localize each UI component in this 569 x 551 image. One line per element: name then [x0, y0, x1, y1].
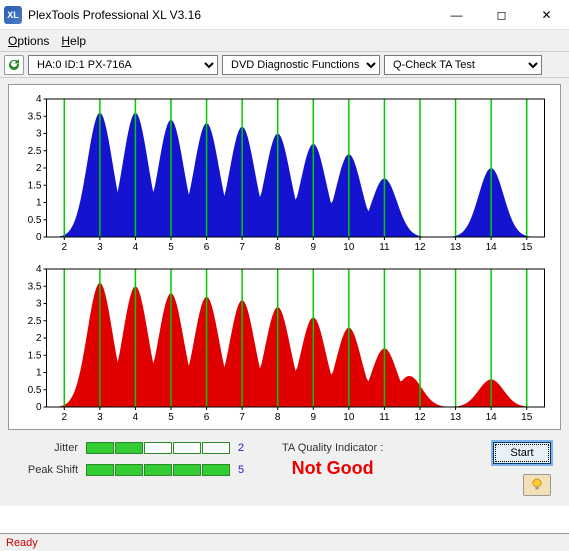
svg-text:1: 1 — [36, 198, 42, 209]
svg-text:15: 15 — [521, 242, 533, 253]
svg-text:2: 2 — [36, 163, 42, 174]
svg-text:10: 10 — [343, 412, 355, 423]
svg-text:13: 13 — [450, 412, 462, 423]
window-title: PlexTools Professional XL V3.16 — [28, 8, 434, 22]
chart-bottom: 0 0.5 1 1.5 2 2.5 3 3.5 4 2 3 4 5 6 7 8 9 10 11 12 13 14 15 — [13, 259, 556, 429]
content-area: 00.511.522.533.5423456789101112131415 00… — [0, 78, 569, 506]
peakshift-label: Peak Shift — [18, 464, 78, 476]
svg-text:13: 13 — [450, 242, 462, 253]
svg-text:7: 7 — [239, 412, 245, 423]
menubar: Options Help — [0, 30, 569, 52]
start-button[interactable]: Start — [493, 442, 551, 464]
refresh-button[interactable] — [4, 55, 24, 75]
meter-box — [144, 464, 172, 476]
svg-text:4: 4 — [36, 94, 42, 105]
status-text: Ready — [6, 537, 38, 549]
menu-options[interactable]: Options — [8, 34, 49, 48]
svg-text:4: 4 — [133, 242, 139, 253]
charts-container: 00.511.522.533.5423456789101112131415 00… — [8, 84, 561, 430]
meter-box — [115, 464, 143, 476]
ta-indicator: TA Quality Indicator : Not Good — [282, 442, 383, 479]
app-icon: XL — [4, 6, 22, 24]
jitter-value: 2 — [238, 442, 252, 454]
svg-text:0: 0 — [36, 232, 42, 243]
svg-text:2.5: 2.5 — [28, 316, 42, 327]
info-button[interactable] — [523, 474, 551, 496]
close-button[interactable]: ✕ — [524, 0, 569, 29]
bottom-panel: Jitter 2 Peak Shift 5 TA Quality Indicat… — [8, 436, 561, 500]
meter-box — [202, 464, 230, 476]
peakshift-value: 5 — [238, 464, 252, 476]
svg-text:3: 3 — [97, 412, 103, 423]
svg-text:12: 12 — [414, 242, 426, 253]
peakshift-boxes — [86, 464, 230, 476]
svg-text:1.5: 1.5 — [28, 350, 42, 361]
svg-text:2: 2 — [36, 333, 42, 344]
lightbulb-icon — [530, 478, 544, 492]
action-buttons: Start — [493, 442, 551, 496]
metrics: Jitter 2 Peak Shift 5 — [18, 442, 252, 476]
svg-text:14: 14 — [486, 412, 498, 423]
meter-box — [86, 442, 114, 454]
meter-box — [144, 442, 172, 454]
device-select[interactable]: HA:0 ID:1 PX-716A — [28, 55, 218, 75]
svg-text:15: 15 — [521, 412, 533, 423]
svg-text:4: 4 — [36, 264, 42, 275]
svg-text:5: 5 — [168, 242, 174, 253]
titlebar: XL PlexTools Professional XL V3.16 ― ◻ ✕ — [0, 0, 569, 30]
test-select[interactable]: Q-Check TA Test — [384, 55, 542, 75]
svg-text:2: 2 — [62, 242, 68, 253]
svg-text:0.5: 0.5 — [28, 215, 42, 226]
statusbar: Ready — [0, 533, 569, 551]
svg-text:3: 3 — [36, 299, 42, 310]
svg-text:8: 8 — [275, 242, 281, 253]
svg-text:10: 10 — [343, 242, 355, 253]
jitter-label: Jitter — [18, 442, 78, 454]
svg-text:4: 4 — [133, 412, 139, 423]
maximize-button[interactable]: ◻ — [479, 0, 524, 29]
svg-text:14: 14 — [486, 242, 498, 253]
jitter-boxes — [86, 442, 230, 454]
svg-text:0: 0 — [36, 402, 42, 413]
refresh-icon — [7, 58, 21, 72]
svg-text:6: 6 — [204, 242, 210, 253]
meter-box — [173, 442, 201, 454]
category-select[interactable]: DVD Diagnostic Functions — [222, 55, 380, 75]
svg-text:11: 11 — [379, 242, 390, 253]
svg-text:3: 3 — [97, 242, 103, 253]
svg-text:1.5: 1.5 — [28, 180, 42, 191]
svg-text:6: 6 — [204, 412, 210, 423]
svg-text:9: 9 — [311, 242, 317, 253]
ta-value: Not Good — [282, 458, 383, 479]
menu-help[interactable]: Help — [61, 34, 86, 48]
svg-text:7: 7 — [239, 242, 245, 253]
jitter-row: Jitter 2 — [18, 442, 252, 454]
svg-text:2.5: 2.5 — [28, 146, 42, 157]
svg-text:3: 3 — [36, 129, 42, 140]
meter-box — [86, 464, 114, 476]
svg-text:12: 12 — [414, 412, 426, 423]
chart-top: 0 0.5 1 1.5 2 2.5 3 3.5 4 2 3 4 5 6 7 8 9 10 11 12 13 14 15 — [13, 89, 556, 259]
minimize-button[interactable]: ― — [434, 0, 479, 29]
svg-text:3.5: 3.5 — [28, 111, 42, 122]
toolbar: HA:0 ID:1 PX-716A DVD Diagnostic Functio… — [0, 52, 569, 78]
svg-text:11: 11 — [379, 412, 390, 423]
svg-text:9: 9 — [311, 412, 317, 423]
svg-text:1: 1 — [36, 368, 42, 379]
svg-text:0.5: 0.5 — [28, 385, 42, 396]
meter-box — [202, 442, 230, 454]
window-buttons: ― ◻ ✕ — [434, 0, 569, 29]
svg-text:8: 8 — [275, 412, 281, 423]
peakshift-row: Peak Shift 5 — [18, 464, 252, 476]
meter-box — [173, 464, 201, 476]
meter-box — [115, 442, 143, 454]
svg-text:2: 2 — [62, 412, 68, 423]
svg-text:3.5: 3.5 — [28, 281, 42, 292]
ta-label: TA Quality Indicator : — [282, 442, 383, 454]
svg-text:5: 5 — [168, 412, 174, 423]
